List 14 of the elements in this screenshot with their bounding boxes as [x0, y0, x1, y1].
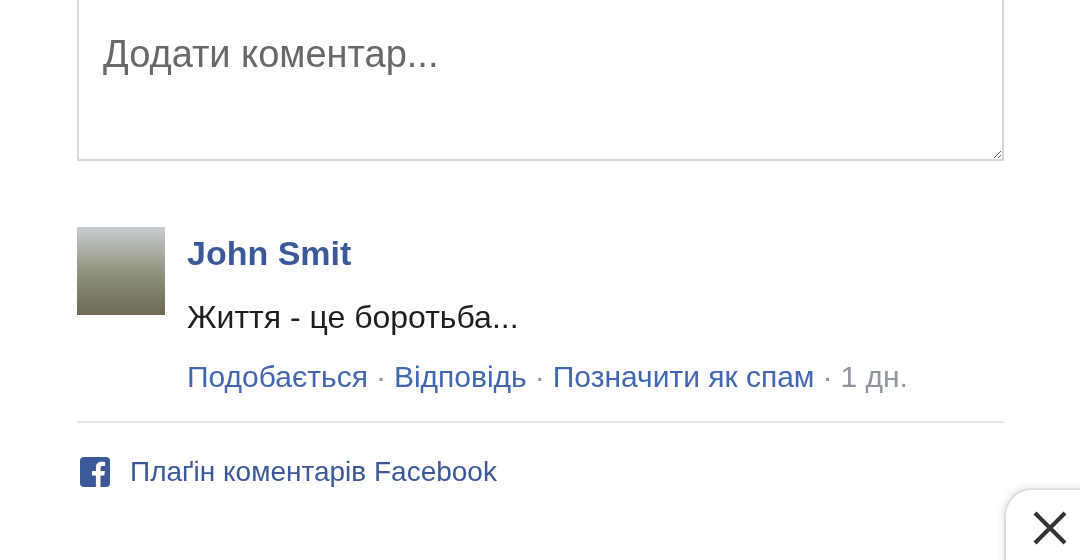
- separator-dot: ·: [375, 359, 386, 395]
- avatar-photo-placeholder[interactable]: [77, 227, 165, 315]
- separator-dot: ·: [534, 359, 545, 395]
- author-name[interactable]: John Smit: [187, 233, 908, 273]
- comment-field[interactable]: Додати коментар...: [77, 0, 1004, 161]
- separator-dot: ·: [822, 359, 833, 395]
- action-link[interactable]: Подобається: [187, 359, 368, 395]
- comment-text: Життя - це боротьба...: [187, 298, 520, 337]
- timestamp: 1 дн.: [840, 359, 908, 395]
- plugin-label[interactable]: Плаґін коментарів Facebook: [130, 451, 497, 493]
- action-link[interactable]: Відповідь: [393, 359, 527, 395]
- facebook-logo-icon: [80, 457, 110, 487]
- close-icon[interactable]: [1032, 510, 1068, 546]
- action-link[interactable]: Позначити як спам: [552, 359, 815, 395]
